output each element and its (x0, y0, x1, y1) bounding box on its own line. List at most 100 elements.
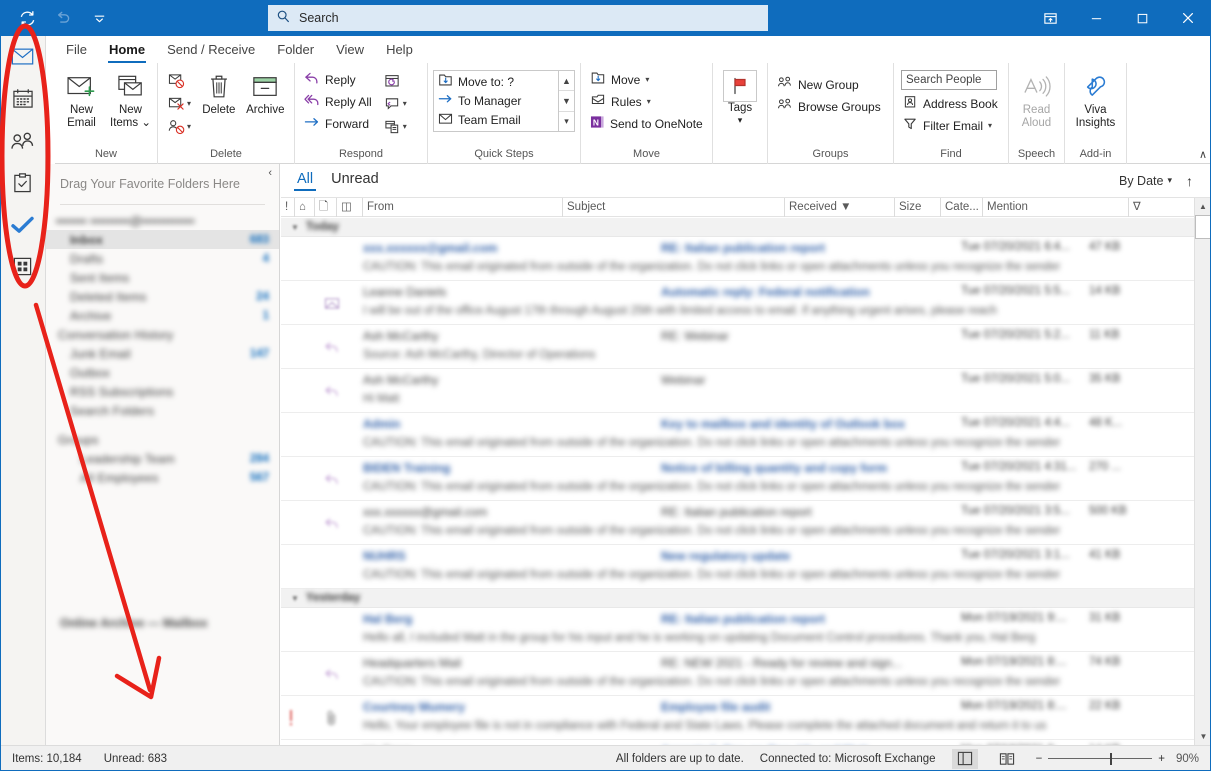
table-row[interactable]: xxx.xxxxxx@gmail.com RE: Italian publica… (281, 237, 1194, 281)
column-icon[interactable]: 🗋 (315, 197, 337, 217)
rules-button[interactable]: Rules ▾ (586, 91, 707, 112)
nav-more-apps[interactable] (6, 251, 40, 285)
chevron-down-icon[interactable]: ▾ (645, 75, 649, 84)
row-flag[interactable] (281, 501, 301, 544)
column-categories[interactable]: Cate... (941, 197, 983, 217)
archive-button[interactable]: Archive (242, 68, 289, 119)
quick-steps-more[interactable]: ▾ (559, 112, 574, 131)
column-size[interactable]: Size (895, 197, 941, 217)
reading-view-icon[interactable] (994, 749, 1020, 769)
quick-step-to-manager[interactable]: To Manager (435, 91, 557, 110)
filter-email-button[interactable]: Filter Email ▾ (899, 115, 1002, 136)
table-row[interactable]: NUHRS New regulatory update Tue 07/20/20… (281, 545, 1194, 589)
nav-todo[interactable] (6, 209, 40, 243)
folder-group-all-employees[interactable]: All Employees 567 (46, 468, 279, 487)
folder-junk-email[interactable]: Junk Email 147 (46, 344, 279, 363)
delete-button[interactable]: Delete (197, 68, 241, 119)
collapse-ribbon-button[interactable]: ∧ (1199, 148, 1207, 161)
reply-all-button[interactable]: Reply All (300, 91, 376, 112)
sort-direction-button[interactable]: ↑ (1186, 173, 1193, 189)
folder-sent-items[interactable]: Sent Items (46, 268, 279, 287)
search-people-input[interactable]: Search People (901, 70, 997, 90)
quick-steps-scroll-up[interactable]: ▲ (559, 71, 574, 92)
tags-caret[interactable]: ▾ (738, 115, 743, 125)
scroll-down-button[interactable]: ▼ (1195, 728, 1211, 745)
filter-unread[interactable]: Unread (325, 169, 385, 193)
folder-group-leadership-team[interactable]: Leadership Team 284 (46, 449, 279, 468)
tab-view[interactable]: View (325, 38, 375, 63)
folder-account-root[interactable]: ••••••• •••••••••@•••••••••••• (46, 211, 279, 230)
folder-conversation-history[interactable]: Conversation History (46, 325, 279, 344)
new-items-button[interactable]: New Items ⌄ (109, 68, 152, 131)
row-flag[interactable] (281, 608, 301, 651)
folder-inbox[interactable]: Inbox 683 (46, 230, 279, 249)
tab-help[interactable]: Help (375, 38, 424, 63)
chevron-down-icon[interactable]: ▾ (647, 97, 651, 106)
table-row[interactable]: Headquarters Mail RE: NEW 2021 - Ready f… (281, 652, 1194, 696)
folder-drafts[interactable]: Drafts 4 (46, 249, 279, 268)
zoom-slider-thumb[interactable] (1110, 752, 1113, 765)
tab-file[interactable]: File (55, 38, 98, 63)
table-row[interactable]: xxx.xxxxxx@gmail.com RE: Italian publica… (281, 501, 1194, 545)
column-importance[interactable]: ! (281, 197, 295, 217)
folder-archive[interactable]: Archive 1 (46, 306, 279, 325)
address-book-button[interactable]: Address Book (899, 93, 1002, 114)
column-from[interactable]: From (363, 197, 563, 217)
tab-home[interactable]: Home (98, 38, 156, 63)
nav-people[interactable] (6, 125, 40, 159)
sort-by-button[interactable]: By Date ▾ (1119, 174, 1172, 188)
collapse-folder-pane-button[interactable]: ‹ (268, 167, 272, 179)
viva-insights-button[interactable]: Viva Insights (1070, 68, 1121, 131)
column-subject[interactable]: Subject (563, 197, 785, 217)
clean-up-button[interactable]: ▾ (166, 93, 193, 114)
message-list-scrollbar[interactable]: ▲ ▼ (1194, 198, 1211, 745)
row-flag[interactable] (281, 652, 301, 695)
chevron-down-icon[interactable]: ▾ (403, 99, 407, 108)
new-email-button[interactable]: New Email (60, 68, 103, 131)
quick-step-team-email[interactable]: Team Email (435, 111, 557, 130)
maximize-icon[interactable] (1119, 0, 1165, 36)
undo-icon[interactable] (52, 7, 74, 29)
table-row[interactable]: Courtney Mumery Employee file audit Mon … (281, 696, 1194, 740)
chevron-down-icon[interactable]: ▾ (187, 99, 191, 108)
group-header-today[interactable]: ▼ Today (281, 218, 1194, 237)
filter-all[interactable]: All (291, 169, 319, 193)
new-group-button[interactable]: New Group (773, 74, 885, 95)
column-received[interactable]: Received ▼ (785, 197, 895, 217)
nav-tasks[interactable] (6, 167, 40, 201)
reply-button[interactable]: Reply (300, 69, 376, 90)
column-filter-icon[interactable]: ∇ (1129, 198, 1159, 217)
tab-folder[interactable]: Folder (266, 38, 325, 63)
search-input[interactable]: Search (268, 5, 768, 31)
column-mention[interactable]: Mention (983, 197, 1129, 217)
ribbon-options-icon[interactable] (1027, 0, 1073, 36)
nav-calendar[interactable] (6, 83, 40, 117)
meeting-button[interactable] (382, 70, 409, 91)
scroll-up-button[interactable]: ▲ (1195, 198, 1211, 215)
forward-button[interactable]: Forward (300, 113, 376, 134)
table-row[interactable]: Ash McCarthy RE: Webinar Tue 07/20/2021 … (281, 325, 1194, 369)
column-attachment[interactable]: ◫ (337, 197, 363, 217)
minimize-icon[interactable] (1073, 0, 1119, 36)
table-row[interactable]: Admin Key to mailbox and identity of Out… (281, 413, 1194, 457)
column-reminder[interactable]: ⌂ (295, 197, 315, 217)
nav-mail[interactable] (6, 41, 40, 75)
tags-button[interactable]: Tags ▾ (718, 68, 762, 127)
row-flag[interactable] (281, 369, 301, 412)
tab-send-receive[interactable]: Send / Receive (156, 38, 266, 63)
close-icon[interactable] (1165, 0, 1211, 36)
quick-steps-scroll-down[interactable]: ▼ (559, 91, 574, 112)
row-flag[interactable] (281, 545, 301, 588)
move-button[interactable]: Move ▾ (586, 69, 707, 90)
chevron-down-icon[interactable]: ▾ (403, 122, 407, 131)
row-flag[interactable] (281, 457, 301, 500)
table-row[interactable]: Hal Berg RE: Italian publication report … (281, 608, 1194, 652)
refresh-icon[interactable] (16, 7, 38, 29)
table-row[interactable]: Leanne Daniels Automatic reply: Federal … (281, 281, 1194, 325)
row-flag[interactable] (281, 237, 301, 280)
folder-deleted-items[interactable]: Deleted Items 24 (46, 287, 279, 306)
folder-rss-subscriptions[interactable]: RSS Subscriptions (46, 382, 279, 401)
scrollbar-thumb[interactable] (1195, 215, 1211, 239)
normal-view-icon[interactable] (951, 748, 978, 769)
send-to-onenote-button[interactable]: N Send to OneNote (586, 113, 707, 134)
